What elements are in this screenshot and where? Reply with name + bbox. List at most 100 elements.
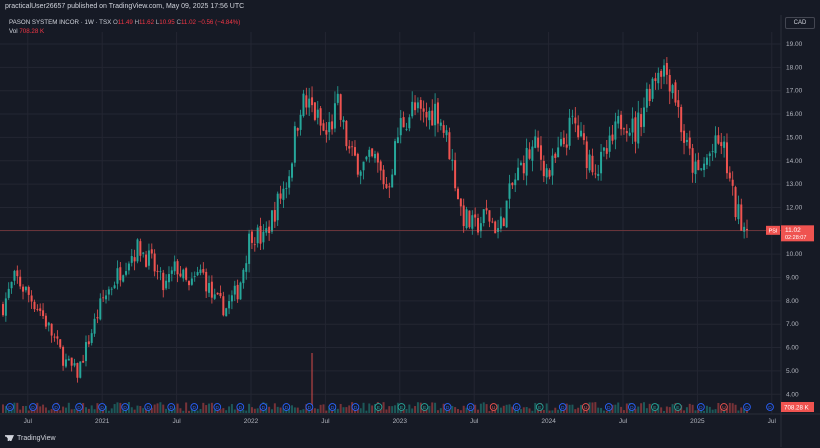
candle-body [717, 135, 720, 144]
candle-body [554, 153, 557, 158]
volume-bar [208, 403, 211, 413]
candle-body [725, 142, 728, 174]
currency-button[interactable]: CAD [785, 17, 815, 29]
candle-body [188, 281, 190, 286]
candle-body [316, 109, 319, 118]
candle-body [531, 146, 534, 161]
volume-bar [456, 409, 459, 413]
volume-bar [116, 402, 119, 413]
candle-body [302, 93, 305, 117]
event-marker-label: U [584, 405, 588, 411]
candle-body [654, 78, 657, 81]
candle-body [459, 198, 462, 207]
candle-body [657, 72, 660, 84]
candle-body [614, 121, 617, 140]
candle-body [50, 323, 53, 336]
candle-body [505, 200, 508, 228]
candle-body [356, 153, 359, 175]
change-value: −0.56 (−4.84%) [197, 19, 241, 26]
volume-bar [225, 410, 228, 413]
volume-bar [531, 410, 534, 413]
candle-body [73, 363, 76, 366]
publisher-text: practicalUser26657 published on TradingV… [5, 3, 245, 10]
volume-bar [253, 408, 256, 413]
volume-bar [188, 410, 190, 413]
tradingview-brand[interactable]: TradingView [5, 435, 56, 442]
price-chart[interactable]: 19.00 18.00 17.00 16.00 15.00 14.00 13.00 12.00… [0, 15, 820, 447]
candle-body [291, 163, 294, 178]
volume-bar [663, 410, 666, 413]
candle-body [219, 293, 222, 297]
volume-bar [548, 410, 551, 413]
volume-bar [625, 403, 628, 413]
event-marker-label: D [193, 405, 197, 411]
volume-bar [428, 405, 431, 413]
candle-body [53, 336, 56, 338]
candle-body [193, 276, 196, 277]
candle-body [723, 141, 726, 148]
candle-body [371, 148, 374, 157]
volume-bar [405, 409, 408, 413]
candle-body [76, 363, 79, 378]
candle-body [465, 209, 468, 229]
event-marker-label: D [146, 405, 150, 411]
volume-bar [502, 405, 505, 413]
candle-body [339, 94, 342, 120]
x-tick-label: Jul [768, 418, 777, 425]
candle-body [419, 100, 422, 109]
event-marker-label: D [169, 405, 173, 411]
volume-bar [39, 406, 42, 413]
candle-body [110, 288, 113, 290]
y-tick-label: 4.00 [786, 391, 799, 398]
volume-bar [545, 403, 548, 413]
candle-body [328, 122, 331, 133]
candle-body [405, 129, 408, 130]
candle-body [631, 118, 634, 133]
candle-body [545, 168, 548, 178]
candle-body [731, 179, 734, 186]
volume-bar [385, 409, 388, 413]
candle-body [236, 284, 239, 300]
candle-body [130, 256, 133, 263]
candle-body [396, 137, 399, 144]
volume-bar [600, 407, 603, 413]
volume-bar [47, 410, 50, 413]
candle-body [210, 281, 213, 298]
volume-bar [27, 410, 30, 413]
candle-body [617, 116, 620, 124]
candle-body [353, 147, 356, 156]
event-marker-label: D [239, 405, 243, 411]
volume-bar [640, 403, 643, 413]
volume-bar [273, 403, 276, 413]
candle-body [582, 133, 585, 141]
candle-body [256, 227, 259, 244]
event-marker-label: U [492, 405, 496, 411]
candle-body [562, 137, 565, 145]
volume-bar [542, 409, 545, 413]
volume-bar [113, 404, 116, 413]
candle-body [285, 188, 288, 189]
candle-body [502, 218, 505, 227]
candle-body [743, 226, 746, 232]
candle-body [577, 125, 580, 138]
volume-bar [313, 408, 316, 413]
candle-body [568, 117, 571, 146]
volume-bar [365, 410, 368, 413]
volume-bar [505, 404, 508, 413]
candle-body [663, 65, 666, 77]
candle-body [56, 336, 59, 339]
candle-body [156, 270, 159, 272]
volume-bar [688, 403, 691, 413]
candle-body [190, 278, 193, 285]
y-tick-label: 14.00 [786, 158, 803, 165]
candle-body [425, 112, 428, 118]
volume-bar [336, 408, 339, 413]
candle-body [511, 182, 514, 186]
candle-body [173, 261, 176, 272]
volume-bar [439, 408, 442, 413]
volume-bar [362, 402, 365, 413]
event-marker-label: D [262, 405, 266, 411]
x-tick-label: Jul [321, 418, 330, 425]
candle-body [345, 120, 348, 147]
volume-bar [325, 410, 328, 413]
